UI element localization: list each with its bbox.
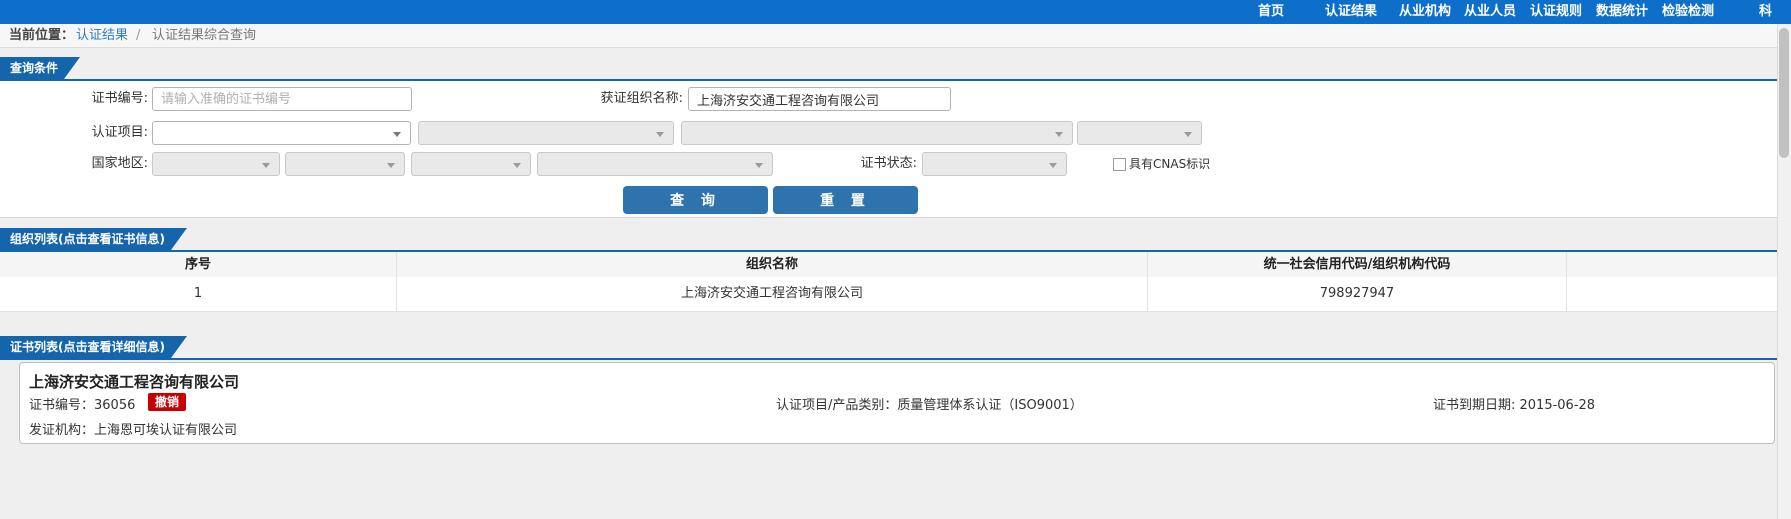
nav-item-personnel[interactable]: 从业人员 — [1464, 0, 1516, 24]
cnas-checkbox-label[interactable]: 具有CNAS标识 — [1129, 157, 1210, 172]
certificate-issuer: 发证机构：上海恩可埃认证有限公司 — [29, 419, 237, 438]
nav-item-cert-results[interactable]: 认证结果 — [1325, 0, 1377, 24]
cert-section-rule — [0, 358, 1791, 360]
org-name-input[interactable] — [688, 87, 951, 111]
certificate-issuer-value: 上海恩可埃认证有限公司 — [94, 423, 238, 438]
certificate-expiry-value: 2015-06-28 — [1519, 398, 1596, 413]
certificate-project-value: 质量管理体系认证（ISO9001） — [897, 398, 1083, 413]
project-select-level2 — [418, 121, 674, 145]
org-row-code: 798927947 — [1148, 277, 1567, 311]
project-select-level3 — [681, 121, 1073, 145]
cnas-checkbox[interactable] — [1113, 158, 1126, 171]
status-label: 证书状态: — [860, 156, 917, 171]
cert-list-tab: 证书列表(点击查看详细信息) — [0, 336, 187, 358]
nav-item-inspection[interactable]: 检验检测 — [1662, 0, 1714, 24]
project-select-level4 — [1077, 121, 1202, 145]
breadcrumb: 当前位置： 认证结果 / 认证结果综合查询 — [0, 24, 1791, 48]
search-button[interactable]: 查 询 — [623, 186, 768, 214]
nav-item-statistics[interactable]: 数据统计 — [1596, 0, 1648, 24]
certificate-number: 证书编号：36056 — [29, 394, 135, 413]
certificate-project-label: 认证项目/产品类别： — [776, 398, 898, 413]
status-badge: 撤销 — [148, 393, 186, 411]
org-table-header: 序号 组织名称 统一社会信用代码/组织机构代码 — [0, 252, 1777, 278]
breadcrumb-section-link[interactable]: 认证结果 — [76, 24, 128, 47]
cert-no-label: 证书编号: — [91, 91, 148, 106]
nav-item-home[interactable]: 首页 — [1258, 0, 1284, 24]
certificate-expiry-label: 证书到期日期: — [1433, 398, 1520, 413]
org-table-header-name: 组织名称 — [397, 252, 1148, 277]
org-list-tab: 组织列表(点击查看证书信息) — [0, 228, 187, 250]
cert-no-input[interactable] — [152, 87, 412, 111]
region-label: 国家地区: — [91, 156, 148, 171]
nav-item-truncated[interactable]: 科 — [1759, 0, 1772, 24]
org-table-header-code: 统一社会信用代码/组织机构代码 — [1148, 252, 1567, 277]
project-select-level1[interactable] — [152, 121, 411, 145]
breadcrumb-separator: / — [136, 28, 141, 43]
vertical-scrollbar-thumb[interactable] — [1779, 28, 1789, 158]
region-select-level3 — [411, 152, 531, 176]
certificate-project: 认证项目/产品类别：质量管理体系认证（ISO9001） — [776, 394, 1083, 413]
certificate-issuer-label: 发证机构： — [29, 423, 95, 438]
query-panel: 证书编号: 获证组织名称: 认证项目: 国家地区: 证书状态: 具有CNAS标识… — [0, 81, 1777, 218]
nav-item-rules[interactable]: 认证规则 — [1530, 0, 1582, 24]
certificate-org-name: 上海济安交通工程咨询有限公司 — [29, 373, 240, 391]
certificate-number-label: 证书编号： — [29, 398, 95, 413]
region-select-level1 — [152, 152, 280, 176]
reset-button[interactable]: 重 置 — [773, 186, 918, 214]
nav-item-agencies[interactable]: 从业机构 — [1399, 0, 1451, 24]
breadcrumb-current: 认证结果综合查询 — [152, 28, 257, 43]
org-table-header-index: 序号 — [0, 252, 397, 277]
org-table-row[interactable]: 1 上海济安交通工程咨询有限公司 798927947 — [0, 277, 1777, 312]
org-row-name: 上海济安交通工程咨询有限公司 — [397, 277, 1148, 311]
top-navbar: 首页 认证结果 从业机构 从业人员 认证规则 数据统计 检验检测 科 — [0, 0, 1791, 24]
certificate-card[interactable]: 上海济安交通工程咨询有限公司 证书编号：36056 撤销 认证项目/产品类别：质… — [19, 362, 1775, 444]
status-select — [922, 152, 1067, 176]
certificate-expiry: 证书到期日期: 2015-06-28 — [1433, 394, 1595, 413]
org-row-index: 1 — [0, 277, 397, 311]
query-conditions-tab: 查询条件 — [0, 57, 80, 79]
region-select-level4 — [537, 152, 773, 176]
org-name-label: 获证组织名称: — [600, 91, 683, 106]
region-select-level2 — [285, 152, 405, 176]
certificate-number-value: 36056 — [94, 398, 136, 413]
breadcrumb-prefix: 当前位置： — [9, 28, 75, 43]
project-label: 认证项目: — [91, 125, 148, 140]
